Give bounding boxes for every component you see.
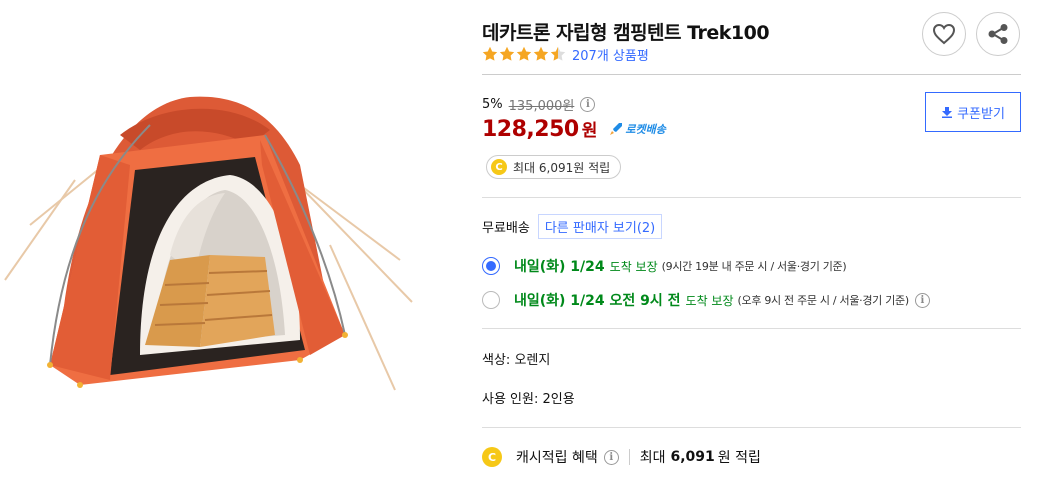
divider [482, 74, 1021, 75]
cash-suffix: 원 적립 [717, 450, 761, 466]
divider [482, 197, 1021, 198]
product-title: 데카트론 자립형 캠핑텐트 Trek100 [482, 22, 770, 44]
rating-row: 207개 상품평 [482, 45, 649, 64]
sale-price-row: 128,250 원 로켓배송 [482, 116, 666, 142]
free-shipping-label: 무료배송 [482, 221, 530, 236]
star-full-icon [499, 46, 515, 61]
share-button[interactable] [976, 12, 1020, 56]
separator [628, 449, 630, 465]
capacity-label: 사용 인원: [482, 392, 539, 407]
delivery-radio-selected[interactable] [482, 257, 500, 275]
rocket-icon [610, 123, 623, 135]
share-icon [988, 24, 1008, 44]
delivery-guarantee: 도착 보장 [609, 259, 658, 274]
original-price: 135,000원 [508, 99, 575, 114]
delivery-option[interactable]: 내일(화) 1/24 도착 보장 (9시간 19분 내 주문 시 / 서울·경기… [482, 256, 847, 276]
other-sellers-button[interactable]: 다른 판매자 보기(2) [537, 214, 663, 239]
download-icon [942, 107, 953, 118]
delivery-date: 내일(화) 1/24 오전 9시 전 [514, 293, 681, 309]
info-icon[interactable]: i [580, 97, 596, 112]
rocket-delivery-badge: 로켓배송 [609, 121, 666, 137]
discount-rate: 5% [482, 97, 503, 112]
info-icon[interactable]: i [603, 449, 619, 465]
currency-unit: 원 [581, 121, 598, 141]
rocket-delivery-label: 로켓배송 [625, 123, 666, 136]
cash-reward-row: C 캐시적립 혜택 i 최대 6,091 원 적립 [482, 447, 761, 467]
cash-label: 캐시적립 혜택 [516, 450, 598, 466]
star-half-icon [550, 46, 566, 61]
divider [482, 328, 1021, 329]
cash-coin-icon: C [482, 447, 502, 467]
color-value: 오렌지 [514, 353, 551, 368]
cash-coin-icon: C [491, 159, 507, 175]
delivery-guarantee: 도착 보장 [685, 293, 734, 308]
delivery-note: (오후 9시 전 주문 시 / 서울·경기 기준) [737, 294, 910, 307]
product-image [0, 85, 425, 400]
color-attribute: 색상: 오렌지 [482, 349, 550, 368]
coupon-label: 쿠폰받기 [957, 106, 1005, 122]
cash-amount: 6,091 [670, 449, 715, 465]
coupon-download-button[interactable]: 쿠폰받기 [925, 92, 1021, 132]
star-full-icon [482, 46, 498, 61]
delivery-option[interactable]: 내일(화) 1/24 오전 9시 전 도착 보장 (오후 9시 전 주문 시 /… [482, 290, 930, 310]
discount-row: 5% 135,000원 i [482, 95, 596, 114]
reward-label: 최대 6,091원 적립 [513, 160, 611, 175]
info-icon[interactable]: i [914, 292, 930, 308]
star-full-icon [516, 46, 532, 61]
color-label: 색상: [482, 353, 511, 368]
reward-badge: C 최대 6,091원 적립 [486, 155, 622, 179]
delivery-note: (9시간 19분 내 주문 시 / 서울·경기 기준) [661, 260, 847, 273]
capacity-value: 2인용 [542, 392, 575, 407]
tent-illustration [4, 96, 413, 391]
cash-prefix: 최대 [639, 450, 666, 466]
wishlist-button[interactable] [922, 12, 966, 56]
heart-icon [932, 23, 956, 45]
divider [482, 427, 1021, 428]
sale-price: 128,250 [482, 117, 579, 142]
shipping-row: 무료배송 다른 판매자 보기(2) [482, 214, 663, 239]
delivery-date: 내일(화) 1/24 [514, 259, 605, 275]
star-full-icon [533, 46, 549, 61]
review-count-link[interactable]: 207개 상품평 [572, 45, 649, 64]
delivery-radio[interactable] [482, 291, 500, 309]
capacity-attribute: 사용 인원: 2인용 [482, 388, 575, 407]
product-info: 데카트론 자립형 캠핑텐트 Trek100 207개 상품평 5% 135,00… [482, 0, 1022, 480]
